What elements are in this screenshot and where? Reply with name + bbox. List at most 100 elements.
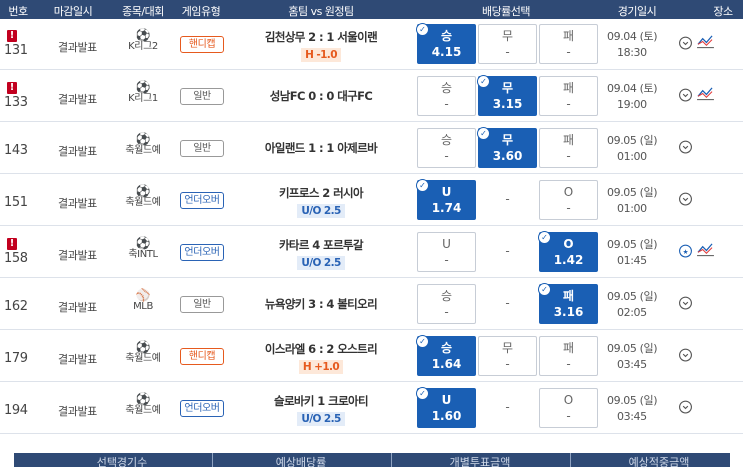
odds-option[interactable]: ✓ 패 3.16 xyxy=(538,283,598,324)
odds-value: - xyxy=(505,45,510,59)
odds-label: 승 xyxy=(440,133,453,147)
odds-label: 패 xyxy=(562,81,575,95)
odds-option[interactable]: ✓ 무 3.15 xyxy=(477,75,537,116)
odds-value: - xyxy=(566,45,571,59)
summary-label: 예상배당률 xyxy=(275,456,327,469)
odds-option[interactable]: 승- xyxy=(417,128,476,168)
game-type-badge: 일반 xyxy=(180,140,224,157)
odds-label: O xyxy=(563,185,574,199)
match-time: 02:05 xyxy=(617,306,647,319)
odds-option[interactable]: ✓ U 1.74 xyxy=(416,179,476,220)
status-text: 결과발표 xyxy=(58,145,97,158)
match-info: 카타르 4 포르투갈 U/O 2.5 xyxy=(236,237,406,270)
odds-value: - xyxy=(444,253,449,267)
check-icon: ✓ xyxy=(416,179,429,192)
trend-chart-icon[interactable] xyxy=(697,86,714,101)
odds-option: - xyxy=(478,284,537,324)
odds-option[interactable]: ✓ U 1.60 xyxy=(416,387,476,428)
game-type-badge: 언더오버 xyxy=(180,244,224,261)
match-time: 01:00 xyxy=(617,150,647,163)
odds-value: - xyxy=(566,149,571,163)
odds-option[interactable]: 패- xyxy=(539,128,598,168)
column-header: 게임유형 xyxy=(181,5,221,18)
check-icon: ✓ xyxy=(477,127,490,140)
status-text: 결과발표 xyxy=(58,353,97,366)
game-type-badge: 언더오버 xyxy=(180,192,224,209)
sport-league: ⚽ K리그1 xyxy=(120,81,166,105)
match-teams-score: 이스라엘 6 : 2 오스트리 xyxy=(264,342,378,356)
league-name: 축월드예 xyxy=(125,353,161,364)
match-row: 151 결과발표 ⚽ 축월드예 언더오버 키프로스 2 러시아 U/O 2.5 ✓ U 1.74 -… xyxy=(0,175,743,226)
location-pin-icon[interactable] xyxy=(678,348,693,363)
handicap-line: U/O 2.5 xyxy=(297,204,345,218)
match-datetime: 09.04 (토) 18:30 xyxy=(607,29,657,61)
odds-value: 4.15 xyxy=(431,45,462,59)
odds-value: 1.42 xyxy=(553,253,584,267)
odds-option[interactable]: 무- xyxy=(478,336,537,376)
sport-ball-icon: ⚽ xyxy=(135,340,151,354)
match-info: 성남FC 0 : 0 대구FC xyxy=(236,88,406,104)
odds-option[interactable]: ✓ 승 1.64 xyxy=(416,335,476,376)
league-name: 축월드예 xyxy=(125,405,161,416)
odds-option[interactable]: 무- xyxy=(478,24,537,64)
column-header: 번호 xyxy=(8,5,28,18)
location-pin-icon[interactable] xyxy=(678,192,693,207)
match-datetime: 09.05 (일) 02:05 xyxy=(607,289,657,321)
match-time: 03:45 xyxy=(617,358,647,371)
trend-chart-icon[interactable] xyxy=(697,242,714,257)
game-type-badge: 언더오버 xyxy=(180,400,224,417)
match-date: 09.05 (일) xyxy=(607,134,658,147)
location-pin-icon[interactable] xyxy=(678,400,693,415)
location-pin-icon[interactable] xyxy=(678,88,693,103)
warning-icon: ! xyxy=(7,238,17,250)
match-teams-score: 성남FC 0 : 0 대구FC xyxy=(269,89,373,103)
sport-ball-icon: ⚾ xyxy=(135,288,151,302)
game-type-badge: 핸디캡 xyxy=(180,348,224,365)
odds-option[interactable]: O- xyxy=(539,180,598,220)
odds-option[interactable]: ✓ 승 4.15 xyxy=(416,23,476,64)
match-datetime: 09.05 (일) 03:45 xyxy=(607,393,657,425)
match-number: 158 xyxy=(4,251,28,266)
odds-option[interactable]: 승- xyxy=(417,76,476,116)
location-pin-icon[interactable] xyxy=(678,296,693,311)
sport-league: ⚽ 축월드예 xyxy=(120,341,166,365)
odds-option[interactable]: 패- xyxy=(539,336,598,376)
odds-value: - xyxy=(566,97,571,111)
odds-option[interactable]: ✓ O 1.42 xyxy=(538,231,598,272)
table-header: 번호 마감일시 종목/대회 게임유형 홈팀 vs 원정팀 배당률선택 경기일시 장소 xyxy=(0,0,743,19)
odds-option[interactable]: 패- xyxy=(539,76,598,116)
odds-label: O xyxy=(563,393,574,407)
league-name: 축INTL xyxy=(128,249,158,260)
trend-chart-icon[interactable] xyxy=(697,34,714,49)
odds-value: 3.16 xyxy=(553,305,584,319)
warning-icon: ! xyxy=(7,30,17,42)
odds-label: - xyxy=(505,244,510,258)
odds-option[interactable]: 승- xyxy=(417,284,476,324)
match-time: 01:00 xyxy=(617,202,647,215)
odds-option[interactable]: 패- xyxy=(539,24,598,64)
check-icon: ✓ xyxy=(477,75,490,88)
handicap-line: U/O 2.5 xyxy=(297,256,345,270)
odds-label: 무 xyxy=(501,29,514,43)
match-row: ! 133 결과발표 ⚽ K리그1 일반 성남FC 0 : 0 대구FC 승 - ✓ 무 3.15 패 -… xyxy=(0,71,743,122)
check-icon: ✓ xyxy=(416,387,429,400)
odds-label: - xyxy=(505,400,510,414)
odds-value: 1.64 xyxy=(431,357,462,371)
odds-option[interactable]: U- xyxy=(417,232,476,272)
match-time: 18:30 xyxy=(617,46,647,59)
match-info: 뉴욕양키 3 : 4 볼티오리 xyxy=(236,296,406,312)
odds-option[interactable]: ✓ 무 3.60 xyxy=(477,127,537,168)
match-date: 09.05 (일) xyxy=(607,290,658,303)
column-header: 종목/대회 xyxy=(122,5,164,18)
odds-option[interactable]: O- xyxy=(539,388,598,428)
league-name: 축월드예 xyxy=(125,197,161,208)
game-type-badge: 핸디캡 xyxy=(180,36,224,53)
odds-label: 무 xyxy=(501,341,514,355)
location-pin-icon[interactable]: ★ xyxy=(678,244,693,259)
sport-ball-icon: ⚽ xyxy=(135,236,151,250)
match-date: 09.04 (토) xyxy=(607,82,658,95)
location-pin-icon[interactable] xyxy=(678,140,693,155)
sport-league: ⚽ 축월드예 xyxy=(120,133,166,157)
odds-label: 패 xyxy=(562,341,575,355)
location-pin-icon[interactable] xyxy=(678,36,693,51)
